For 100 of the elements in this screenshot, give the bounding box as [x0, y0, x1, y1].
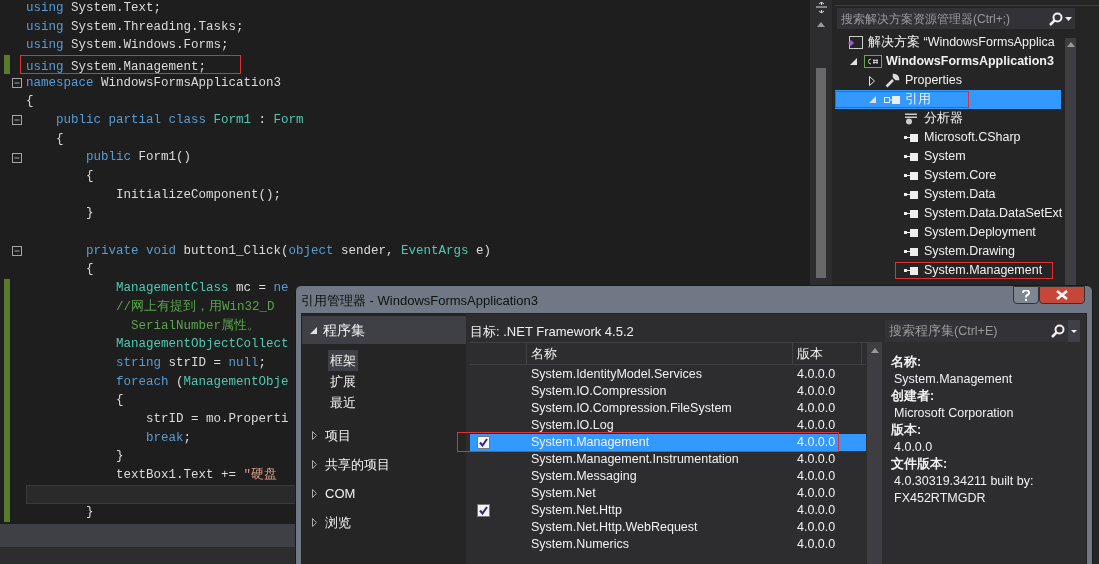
table-row[interactable]: System.Management.Instrumentation 4.0.0.0 — [470, 450, 867, 468]
table-cell: System.Numerics — [531, 536, 629, 551]
scroll-up-icon[interactable] — [870, 347, 879, 353]
search-icon[interactable] — [1051, 324, 1065, 338]
nav-item[interactable]: 共享的项目 — [325, 454, 390, 475]
collapse-icon[interactable] — [12, 152, 22, 163]
nav-item[interactable]: 项目 — [325, 425, 351, 446]
nav-header[interactable]: 程序集 — [302, 316, 466, 344]
nav-item[interactable]: 浏览 — [325, 512, 351, 533]
tree-label: WindowsFormsApplication3 — [886, 53, 1054, 71]
table-cell: System.IO.Compression.FileSystem — [531, 400, 732, 415]
tree-item[interactable]: System.Data — [835, 185, 1061, 204]
tree-label: 分析器 — [924, 110, 963, 128]
tree-item[interactable]: 分析器 — [835, 109, 1061, 128]
table-row[interactable]: System.IO.Compression.FileSystem 4.0.0.0 — [470, 399, 867, 417]
code-line: } — [85, 504, 94, 522]
reference-icon — [904, 171, 918, 180]
table-scrollbar[interactable] — [867, 342, 882, 564]
window-title: 引用管理器 - WindowsFormsApplication3 — [301, 292, 538, 310]
code-line: using System.Management; — [26, 60, 207, 75]
search-icon[interactable] — [1049, 11, 1063, 26]
tree-label: System.Management — [924, 262, 1043, 280]
nav-item[interactable]: 框架 — [328, 350, 358, 371]
nav-header-label: 程序集 — [323, 320, 365, 340]
reference-icon — [904, 190, 918, 199]
table-cell: 4.0.0.0 — [797, 485, 836, 500]
table-row[interactable]: System.Numerics 4.0.0.0 — [470, 535, 867, 553]
collapsed-arrow-icon[interactable] — [312, 431, 317, 440]
caret-icon[interactable] — [1065, 16, 1072, 21]
solution-icon — [847, 35, 863, 50]
search-field[interactable]: 搜索解决方案资源管理器(Ctrl+;) — [837, 8, 1075, 29]
column-header[interactable]: 版本 — [793, 342, 862, 364]
placeholder-text: 搜索解决方案资源管理器(Ctrl+;) — [841, 10, 1011, 28]
table-cell: 4.0.0.0 — [797, 536, 836, 551]
reference-icon — [904, 209, 918, 218]
caret-icon[interactable] — [1071, 329, 1077, 333]
checkbox[interactable] — [477, 503, 490, 517]
tree-item[interactable]: System.Core — [835, 166, 1061, 185]
table-cell: System.Management — [531, 434, 650, 449]
checkbox[interactable] — [477, 435, 490, 449]
table-cell: 4.0.0.0 — [797, 400, 836, 415]
tree-item[interactable]: System.Data.DataSetExt — [835, 204, 1061, 223]
detail-value: 4.0.30319.34211 built by: FX452RTMGDR — [893, 473, 1035, 507]
tree-item[interactable]: Microsoft.CSharp — [835, 128, 1061, 147]
code-line: strID = mo.Properti — [145, 410, 289, 428]
reference-icon — [904, 266, 918, 275]
code-line: break; — [145, 429, 192, 447]
nav-item[interactable]: COM — [325, 483, 356, 504]
tree-item[interactable]: WindowsFormsApplication3 — [835, 52, 1061, 71]
table-cell: 4.0.0.0 — [797, 468, 836, 483]
help-button[interactable] — [1013, 286, 1039, 304]
splitter-icon[interactable] — [816, 2, 827, 13]
table-row[interactable]: System.Net.Http 4.0.0.0 — [470, 501, 867, 519]
collapsed-arrow-icon[interactable] — [312, 489, 317, 498]
table-cell: System.Net.Http.WebRequest — [531, 519, 698, 534]
search-field[interactable]: 搜索程序集(Ctrl+E) — [885, 320, 1080, 342]
tree-item[interactable]: System.Management — [835, 261, 1061, 280]
scroll-up-icon[interactable] — [817, 22, 825, 27]
nav-item[interactable]: 最近 — [328, 392, 358, 413]
analyzer-icon — [904, 111, 918, 126]
collapse-icon[interactable] — [12, 78, 22, 89]
code-line: } — [115, 448, 124, 466]
tree-label: Microsoft.CSharp — [924, 129, 1021, 147]
tree-item[interactable]: System — [835, 147, 1061, 166]
reference-icon — [904, 133, 918, 142]
table-row[interactable]: System.IO.Compression 4.0.0.0 — [470, 382, 867, 400]
tree-item[interactable]: 解决方案 “WindowsFormsApplica — [835, 33, 1061, 52]
table-row[interactable]: System.Messaging 4.0.0.0 — [470, 467, 867, 485]
table-cell: System.Management.Instrumentation — [531, 451, 739, 466]
placeholder-text: 搜索程序集(Ctrl+E) — [889, 322, 999, 340]
code-line: { — [85, 261, 94, 279]
code-line: public Form1() — [85, 149, 192, 167]
tree-item[interactable]: System.Drawing — [835, 242, 1061, 261]
question-mark-icon — [1022, 289, 1030, 301]
tree-item[interactable]: System.Deployment — [835, 223, 1061, 242]
code-line: } — [85, 205, 94, 223]
scroll-up-icon[interactable] — [1066, 42, 1075, 47]
table-cell: 4.0.0.0 — [797, 502, 836, 517]
expanded-arrow-icon[interactable] — [849, 58, 857, 65]
reference-icon — [904, 228, 918, 237]
collapsed-arrow-icon[interactable] — [312, 460, 317, 469]
table-row[interactable]: System.Net.Http.WebRequest 4.0.0.0 — [470, 518, 867, 536]
code-line: using System.Text; — [26, 0, 162, 17]
tree-item[interactable]: Properties — [835, 71, 1061, 90]
code-line: namespace WindowsFormsApplication3 — [26, 74, 282, 92]
collapse-icon[interactable] — [12, 246, 22, 257]
table-row[interactable]: System.IdentityModel.Services 4.0.0.0 — [470, 365, 867, 383]
close-button[interactable] — [1039, 286, 1085, 304]
nav-item[interactable]: 扩展 — [328, 371, 358, 392]
tree-label: 引用 — [905, 91, 931, 109]
wrench-icon — [884, 73, 900, 88]
code-line: textBox1.Text += "硬盘 — [115, 466, 278, 485]
detail-label: 文件版本: — [891, 456, 949, 473]
scrollbar-thumb[interactable] — [816, 68, 826, 278]
column-header[interactable]: 名称 — [527, 342, 793, 364]
table-row[interactable]: System.IO.Log 4.0.0.0 — [470, 416, 867, 434]
collapsed-arrow-icon[interactable] — [312, 518, 317, 527]
table-row[interactable]: System.Net 4.0.0.0 — [470, 484, 867, 502]
collapse-icon[interactable] — [12, 115, 22, 126]
reference-icon — [904, 247, 918, 256]
